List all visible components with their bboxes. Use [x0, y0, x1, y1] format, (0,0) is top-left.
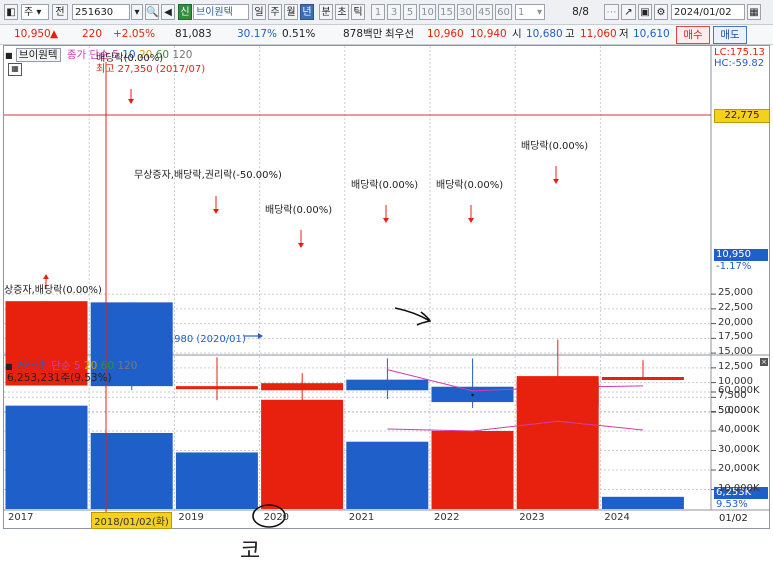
- x-axis-label: 2023: [519, 512, 545, 523]
- x-axis-label: 2021: [348, 512, 375, 523]
- volume-bar: [431, 431, 514, 509]
- volume-ma-period-120: 120: [117, 360, 138, 372]
- event-arrow-icon: [468, 218, 474, 223]
- candle-body: [261, 383, 344, 391]
- price-panel-name[interactable]: 브이원텍: [15, 48, 61, 62]
- volume-y-tick-label: 50,000K: [718, 404, 760, 416]
- event-label: 배당락(0.00%): [96, 53, 164, 64]
- x-axis-label: 2022: [434, 512, 460, 523]
- handwritten-text: 코: [240, 539, 261, 564]
- chart-svg[interactable]: [0, 0, 773, 561]
- candle-body: [601, 376, 684, 380]
- x-axis-label: 2020: [263, 512, 290, 523]
- price-y-tick-label: 25,000: [718, 287, 753, 299]
- event-arrow-icon: [298, 243, 304, 248]
- volume-bar: [90, 432, 173, 509]
- volume-y-tick-label: 20,000K: [718, 463, 760, 474]
- x-axis-label: 2018/01/02(화): [91, 512, 172, 529]
- event-arrow-icon: [213, 209, 219, 214]
- candle-body: [175, 386, 258, 390]
- x-axis-right-label: 01/02: [719, 513, 748, 524]
- volume-bar: [175, 452, 258, 509]
- cursor-price-tag: 22,775: [714, 109, 770, 123]
- volume-y-tick-label: 40,000K: [718, 424, 760, 435]
- volume-y-tick-label: 10,000K: [718, 482, 760, 494]
- hc-value: HC:-59.82: [714, 58, 765, 69]
- close-icon[interactable]: ×: [760, 358, 768, 366]
- x-axis-label: 2019: [178, 512, 204, 523]
- volume-bar: [346, 441, 429, 509]
- panel-toggle-icon[interactable]: ■: [5, 51, 13, 60]
- price-y-tick-label: 15,000: [718, 346, 753, 358]
- x-axis-label: 2024: [604, 512, 630, 523]
- event-arrow-icon: [43, 274, 49, 279]
- candle-marker-dot: [471, 393, 474, 397]
- event-label: 배당락(0.00%): [436, 180, 504, 191]
- event-label: 상증자,배당락(0.00%): [4, 285, 102, 296]
- volume-bar: [601, 496, 684, 509]
- table-view-icon[interactable]: ▦: [8, 63, 22, 76]
- volume-y-tick-label: 60,000K: [718, 385, 760, 396]
- last-price-tag: 10,950: [714, 249, 768, 261]
- x-axis-label: 2017: [8, 512, 34, 523]
- candle-body: [346, 379, 429, 391]
- low-note: 최저 3,980 (2020/01): [143, 334, 246, 345]
- price-y-tick-label: 17,500: [718, 331, 753, 343]
- volume-current-text: 6,253,231주(9.53%): [7, 372, 112, 384]
- event-label: 무상증자,배당락,권리락(-50.00%): [134, 170, 282, 181]
- event-arrow-icon: [128, 99, 134, 104]
- handwritten-arrow: [394, 307, 432, 326]
- volume-y-tick-label: 30,000K: [718, 443, 760, 455]
- event-arrow-icon: [383, 218, 389, 223]
- event-label: 배당락(0.00%): [351, 180, 419, 191]
- price-y-tick-label: 20,000: [718, 316, 753, 328]
- event-label: 배당락(0.00%): [521, 141, 589, 152]
- volume-last-pct: 9.53%: [716, 499, 748, 510]
- event-arrow-icon: [553, 179, 559, 184]
- price-y-tick-label: 12,500: [718, 360, 753, 372]
- volume-bar: [5, 405, 88, 509]
- last-pct-tag: -1.17%: [716, 261, 752, 272]
- volume-bar: [261, 399, 344, 509]
- volume-bar: [516, 382, 599, 509]
- event-label: 배당락(0.00%): [265, 205, 333, 216]
- lc-value: LC:175.13: [714, 47, 765, 58]
- price-y-tick-label: 22,500: [718, 301, 753, 313]
